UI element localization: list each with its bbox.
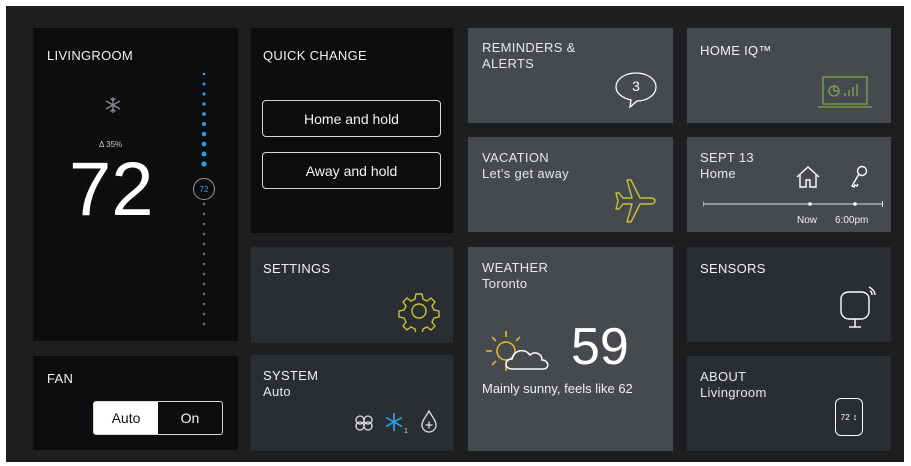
vacation-subtitle: Let's get away bbox=[482, 166, 569, 181]
slider-dot bbox=[201, 141, 207, 147]
schedule-tile[interactable]: SEPT 13 Home Now 6:00pm bbox=[687, 137, 891, 232]
slider-dot bbox=[202, 312, 206, 316]
system-label: SYSTEM bbox=[263, 368, 319, 383]
quick-change-title: QUICK CHANGE bbox=[263, 48, 368, 63]
temperature-slider[interactable] bbox=[193, 68, 213, 338]
home-icon bbox=[795, 165, 821, 189]
slider-dot bbox=[202, 222, 206, 226]
snowflake-icon bbox=[104, 96, 122, 114]
slider-dot bbox=[202, 72, 206, 76]
slider-dot bbox=[201, 131, 207, 137]
alert-count: 3 bbox=[632, 78, 640, 94]
schedule-timeline bbox=[703, 201, 883, 207]
thermostat-device-icon: 72 ↕ bbox=[835, 398, 863, 436]
home-iq-tile[interactable]: HOME IQ™ bbox=[687, 28, 891, 123]
laptop-chart-icon bbox=[817, 74, 873, 110]
about-tile[interactable]: ABOUT Livingroom 72 ↕ bbox=[687, 356, 891, 451]
fan-tile: FAN Auto On bbox=[33, 356, 238, 450]
slider-dot bbox=[202, 92, 206, 96]
reminders-title: REMINDERS & ALERTS bbox=[482, 40, 576, 72]
about-badge-value: 72 bbox=[840, 412, 850, 422]
reminders-title-line2: ALERTS bbox=[482, 56, 535, 71]
schedule-mode: Home bbox=[700, 166, 736, 181]
humidity-drop-icon bbox=[419, 409, 439, 433]
setpoint-value: 72 bbox=[199, 184, 209, 194]
slider-dot bbox=[202, 272, 206, 276]
settings-title: SETTINGS bbox=[263, 261, 331, 276]
reminders-tile[interactable]: REMINDERS & ALERTS 3 bbox=[468, 28, 673, 123]
airplane-icon bbox=[611, 179, 659, 223]
weather-tile[interactable]: WEATHER Toronto 59 Mainly sunny, feels l… bbox=[468, 247, 673, 451]
slider-dot bbox=[202, 292, 206, 296]
livingroom-tile[interactable]: LIVINGROOM Δ 35% 72 72 bbox=[33, 28, 238, 341]
sensor-icon bbox=[837, 285, 879, 331]
schedule-now-label: Now bbox=[797, 215, 818, 226]
weather-title: WEATHER Toronto bbox=[482, 260, 548, 292]
reminders-title-line1: REMINDERS & bbox=[482, 40, 576, 55]
slider-dot bbox=[201, 161, 207, 167]
slider-dot bbox=[202, 202, 206, 206]
vacation-tile[interactable]: VACATION Let's get away bbox=[468, 137, 673, 232]
thermometer-icon: ↕ bbox=[852, 412, 858, 422]
slider-dot bbox=[202, 252, 206, 256]
partly-sunny-icon bbox=[482, 325, 562, 377]
slider-dot bbox=[202, 262, 206, 266]
slider-dot bbox=[202, 282, 206, 286]
schedule-date: SEPT 13 bbox=[700, 150, 754, 165]
system-tile[interactable]: SYSTEM Auto 1 bbox=[251, 355, 453, 451]
about-label: ABOUT bbox=[700, 369, 747, 384]
weather-label: WEATHER bbox=[482, 260, 549, 275]
home-iq-title: HOME IQ™ bbox=[700, 43, 772, 58]
weather-description: Mainly sunny, feels like 62 bbox=[482, 381, 633, 396]
slider-dot bbox=[202, 112, 206, 116]
key-icon bbox=[849, 165, 869, 189]
schedule-time-label: 6:00pm bbox=[835, 215, 869, 226]
system-title: SYSTEM Auto bbox=[263, 368, 318, 400]
vacation-label: VACATION bbox=[482, 150, 549, 165]
slider-dot bbox=[202, 242, 206, 246]
heat-icon bbox=[352, 413, 376, 433]
fan-toggle: Auto On bbox=[93, 401, 223, 435]
gear-icon bbox=[398, 290, 440, 332]
home-and-hold-button[interactable]: Home and hold bbox=[262, 100, 441, 137]
slider-dot bbox=[202, 322, 206, 326]
slider-dot bbox=[202, 82, 206, 86]
system-mode: Auto bbox=[263, 384, 291, 399]
slider-dot bbox=[202, 232, 206, 236]
slider-dot bbox=[202, 212, 206, 216]
livingroom-title: LIVINGROOM bbox=[47, 48, 134, 63]
alert-bubble-icon: 3 bbox=[613, 70, 659, 110]
vacation-title: VACATION Let's get away bbox=[482, 150, 569, 182]
slider-dot bbox=[202, 302, 206, 306]
schedule-title: SEPT 13 Home bbox=[700, 150, 754, 182]
about-title: ABOUT Livingroom bbox=[700, 369, 767, 401]
sensors-tile[interactable]: SENSORS bbox=[687, 247, 891, 342]
thermostat-dashboard: LIVINGROOM Δ 35% 72 72 FAN Auto On QUICK… bbox=[6, 6, 904, 462]
setpoint-knob[interactable]: 72 bbox=[193, 178, 215, 200]
fan-on-option[interactable]: On bbox=[158, 402, 222, 434]
current-temperature: 72 bbox=[69, 147, 154, 232]
slider-dot bbox=[202, 102, 206, 106]
svg-text:1: 1 bbox=[404, 428, 408, 435]
quick-change-tile: QUICK CHANGE Home and hold Away and hold bbox=[251, 28, 453, 233]
slider-dot bbox=[201, 151, 207, 157]
about-subtitle: Livingroom bbox=[700, 385, 767, 400]
slider-dot bbox=[201, 121, 207, 127]
fan-title: FAN bbox=[47, 371, 74, 386]
away-and-hold-button[interactable]: Away and hold bbox=[262, 152, 441, 189]
sensors-title: SENSORS bbox=[700, 261, 766, 276]
cool-icon: 1 bbox=[383, 411, 409, 435]
weather-temperature: 59 bbox=[571, 318, 629, 376]
settings-tile[interactable]: SETTINGS bbox=[251, 247, 453, 343]
fan-auto-option[interactable]: Auto bbox=[94, 402, 158, 434]
weather-city: Toronto bbox=[482, 276, 528, 291]
